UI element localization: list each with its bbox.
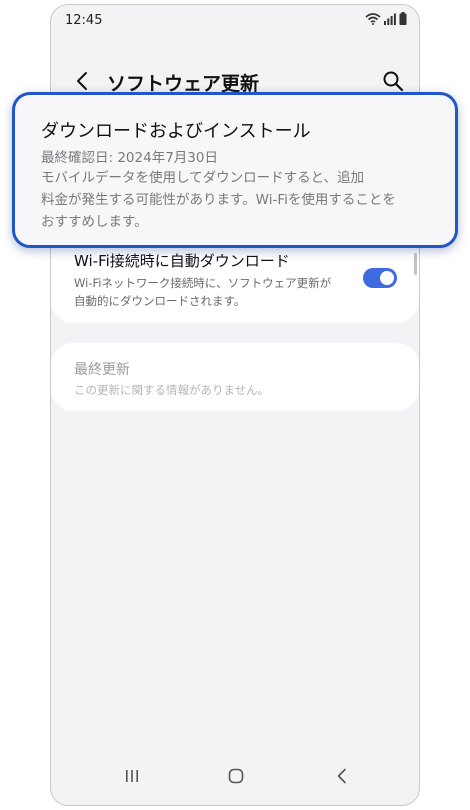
wifi-icon bbox=[365, 13, 381, 25]
status-time: 12:45 bbox=[65, 13, 103, 28]
download-install-title: ダウンロードおよびインストール bbox=[41, 121, 311, 142]
last-checked-date: 最終確認日: 2024年7月30日 bbox=[41, 150, 218, 166]
navigation-bar bbox=[51, 749, 419, 805]
auto-download-description: Wi-Fiネットワーク接続時に、ソフトウェア更新が 自動的にダウンロードされます… bbox=[74, 274, 354, 310]
scrollbar[interactable] bbox=[414, 253, 417, 275]
last-update-description: この更新に関する情報がありません。 bbox=[74, 383, 270, 397]
screen: 12:45 ソフトウェア更新 Wi-Fi接続時に自動ダウンロード Wi-Fiネッ… bbox=[0, 0, 470, 810]
search-icon[interactable] bbox=[381, 69, 405, 93]
nav-back-icon[interactable] bbox=[329, 763, 355, 789]
last-update-card: 最終更新 この更新に関する情報がありません。 bbox=[51, 343, 419, 411]
description-line: モバイルデータを使用してダウンロードすると、追加 bbox=[41, 170, 365, 186]
auto-download-toggle[interactable] bbox=[363, 268, 397, 288]
signal-icon bbox=[384, 13, 396, 25]
download-install-card[interactable]: ダウンロードおよびインストール 最終確認日: 2024年7月30日 モバイルデー… bbox=[12, 92, 458, 248]
home-icon[interactable] bbox=[223, 763, 249, 789]
toggle-knob bbox=[380, 271, 394, 285]
status-bar: 12:45 bbox=[51, 5, 419, 37]
last-update-title: 最終更新 bbox=[74, 362, 130, 378]
auto-download-title: Wi-Fi接続時に自動ダウンロード bbox=[74, 252, 290, 270]
battery-icon bbox=[399, 12, 407, 25]
chevron-left-icon[interactable] bbox=[71, 69, 95, 93]
description-line: 料金が発生する可能性があります。Wi-Fiを使用することを bbox=[41, 192, 396, 208]
description-line: おすすめします。 bbox=[41, 214, 148, 230]
status-icons bbox=[365, 12, 407, 25]
download-install-description: モバイルデータを使用してダウンロードすると、追加 料金が発生する可能性があります… bbox=[41, 167, 441, 233]
recents-icon[interactable] bbox=[119, 763, 145, 789]
auto-download-description-line: Wi-Fiネットワーク接続時に、ソフトウェア更新が bbox=[74, 276, 332, 290]
auto-download-description-line: 自動的にダウンロードされます。 bbox=[74, 294, 246, 308]
